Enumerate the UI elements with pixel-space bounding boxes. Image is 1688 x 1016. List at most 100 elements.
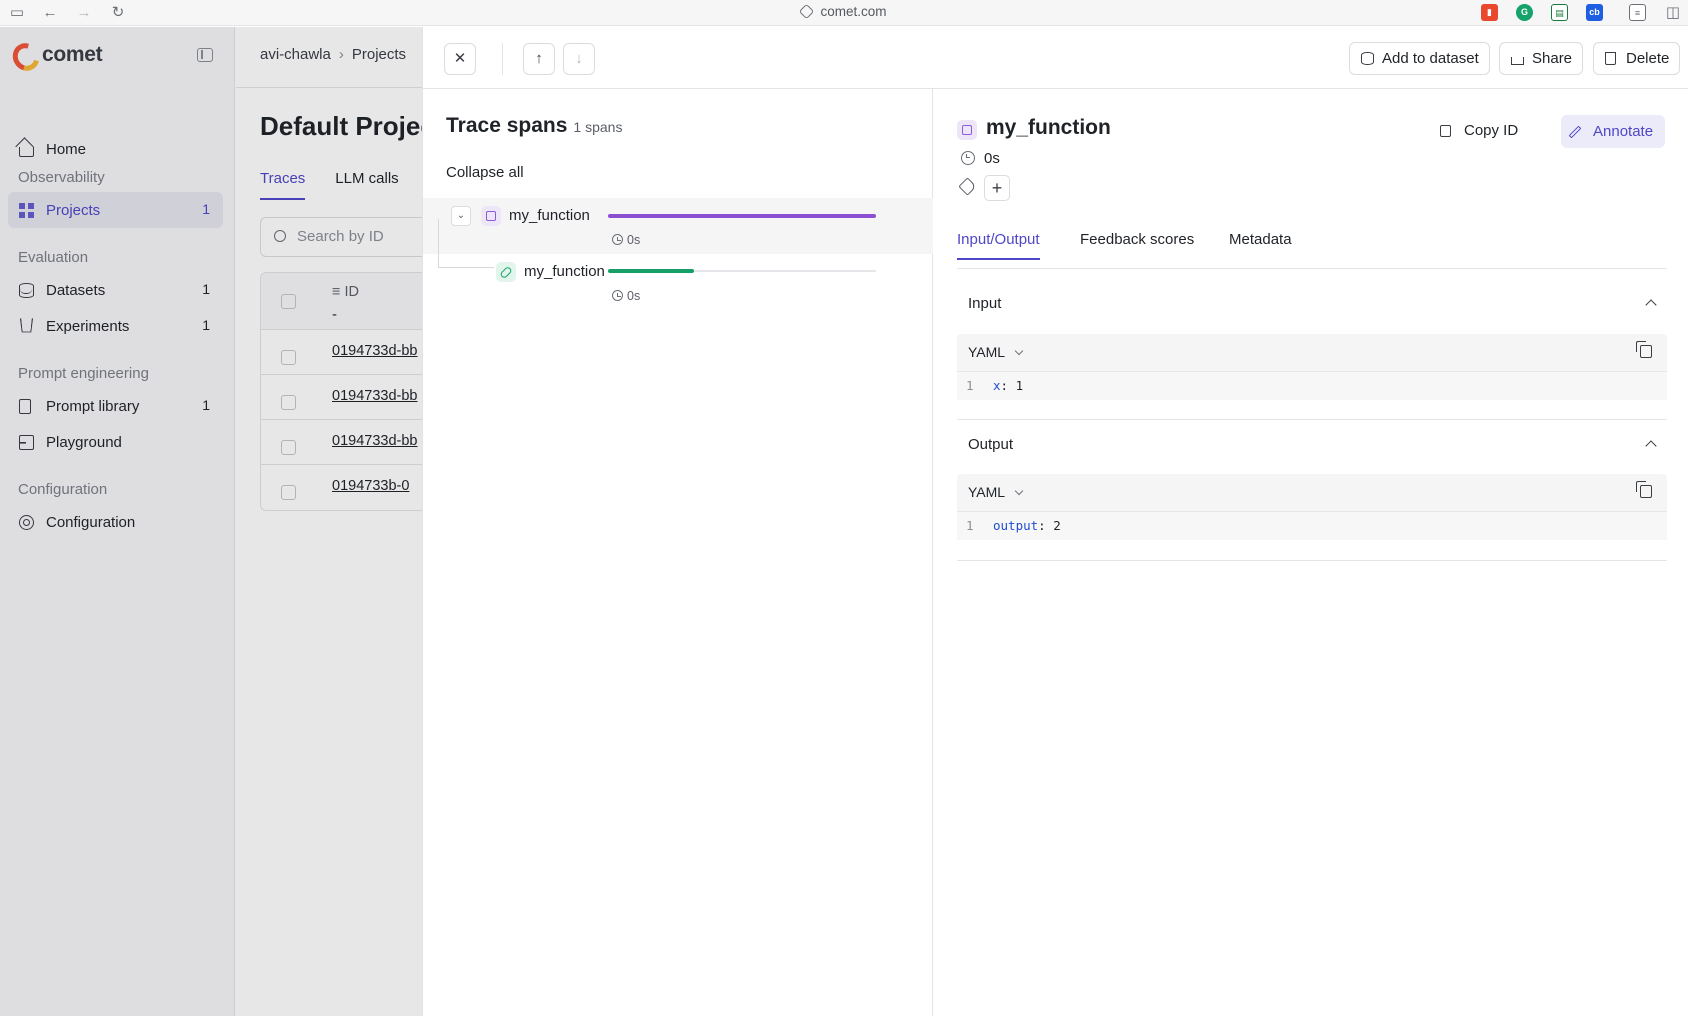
- next-trace-button[interactable]: ↓: [563, 43, 595, 75]
- trace-id-link[interactable]: 0194733b-0: [332, 478, 409, 494]
- split-view-icon[interactable]: ◫: [1663, 3, 1683, 23]
- project-tabs: Traces LLM calls: [260, 170, 429, 200]
- page-title: Default Project: [260, 111, 444, 141]
- chevron-down-icon: [1014, 486, 1024, 496]
- id-column-header[interactable]: ≡ ID: [332, 284, 359, 300]
- document-icon: [19, 399, 31, 414]
- copy-icon[interactable]: [1636, 341, 1652, 358]
- span-row[interactable]: my_function 0s: [423, 254, 933, 310]
- previous-trace-button[interactable]: ↑: [523, 43, 555, 75]
- chevron-up-icon: [1645, 440, 1657, 452]
- row-checkbox[interactable]: [281, 485, 296, 500]
- sidebar-item-experiments[interactable]: Experiments 1: [8, 308, 223, 344]
- chevron-right-icon: ›: [338, 46, 344, 63]
- breadcrumb-projects[interactable]: Projects: [352, 46, 406, 63]
- span-count: 1 spans: [573, 119, 623, 135]
- sidebar-item-playground[interactable]: Playground: [8, 424, 223, 460]
- sidebar-item-prompt-library[interactable]: Prompt library 1: [8, 388, 223, 424]
- select-all-checkbox[interactable]: [281, 294, 296, 309]
- sidebar-item-configuration[interactable]: Configuration: [8, 504, 223, 540]
- sidebar-item-projects[interactable]: Projects 1: [8, 192, 223, 228]
- datasets-count: 1: [202, 281, 210, 297]
- browser-toolbar: ▭ ← → ↻ comet.com ▮ G ▤ cb ≡ ◫: [0, 0, 1688, 26]
- section-evaluation: Evaluation: [18, 249, 89, 266]
- span-duration: 0s: [612, 289, 640, 303]
- input-format-bar: YAML: [957, 334, 1667, 372]
- extension-chart-icon[interactable]: ▮: [1481, 4, 1498, 21]
- breadcrumb-workspace[interactable]: avi-chawla: [260, 46, 331, 63]
- drawer-toolbar: ✕ ↑ ↓ Add to dataset Share Delete: [423, 27, 1688, 89]
- flask-icon: [19, 318, 34, 333]
- tab-llm-calls[interactable]: LLM calls: [335, 170, 398, 187]
- copy-icon[interactable]: [1636, 481, 1652, 498]
- add-tag-button[interactable]: +: [984, 175, 1010, 201]
- playground-icon: [19, 435, 34, 450]
- clock-icon: [612, 234, 623, 245]
- span-duration-bar: [608, 214, 876, 218]
- trace-id-link[interactable]: 0194733d-bb: [332, 343, 417, 359]
- comet-logo-icon: [7, 38, 45, 76]
- tag-icon: [958, 177, 977, 196]
- section-divider: [957, 560, 1667, 561]
- section-prompt-engineering: Prompt engineering: [18, 365, 149, 382]
- extension-cb-icon[interactable]: cb: [1586, 4, 1603, 21]
- trace-id-link[interactable]: 0194733d-bb: [332, 433, 417, 449]
- collapse-sidebar-icon[interactable]: [197, 48, 213, 62]
- chevron-down-icon: [1014, 346, 1024, 356]
- extension-grammarly-icon[interactable]: G: [1516, 4, 1533, 21]
- annotate-button[interactable]: Annotate: [1561, 115, 1665, 148]
- tab-traces[interactable]: Traces: [260, 170, 306, 200]
- section-observability: Observability: [18, 169, 105, 186]
- line-number: 1: [966, 518, 974, 533]
- span-name: my_function: [509, 207, 590, 224]
- output-section-header[interactable]: Output: [957, 427, 1667, 463]
- span-row[interactable]: ⌄ my_function 0s: [423, 198, 933, 254]
- format-select[interactable]: YAML: [968, 484, 1024, 500]
- address-bar[interactable]: comet.com: [0, 3, 1688, 20]
- id-column-filter: -: [332, 306, 337, 323]
- tab-feedback-scores[interactable]: Feedback scores: [1080, 231, 1194, 258]
- section-configuration: Configuration: [18, 481, 108, 498]
- llm-span-icon: [496, 262, 516, 282]
- close-button[interactable]: ✕: [444, 43, 476, 75]
- breadcrumb: avi-chawla › Projects: [260, 46, 406, 63]
- share-button[interactable]: Share: [1499, 42, 1584, 75]
- span-title: my_function: [986, 116, 1111, 139]
- extension-green-icon[interactable]: ▤: [1551, 4, 1568, 21]
- trace-id-link[interactable]: 0194733d-bb: [332, 388, 417, 404]
- extension-tabs-icon[interactable]: ≡: [1629, 4, 1646, 21]
- trash-icon: [1605, 52, 1616, 65]
- general-span-icon: [481, 206, 501, 226]
- gear-icon: [19, 515, 34, 530]
- detail-tabs: Input/Output Feedback scores Metadata: [957, 231, 1667, 269]
- output-code: 1 output: 2: [957, 512, 1667, 540]
- line-number: 1: [966, 378, 974, 393]
- copy-id-button[interactable]: Copy ID: [1436, 115, 1518, 147]
- sidebar-item-datasets[interactable]: Datasets 1: [8, 272, 223, 308]
- copy-icon: [1440, 125, 1451, 137]
- collapse-all-button[interactable]: Collapse all: [446, 164, 524, 181]
- delete-button[interactable]: Delete: [1593, 42, 1681, 75]
- span-detail-pane: my_function 0s + Copy ID Annotate Input/…: [934, 89, 1688, 1016]
- row-checkbox[interactable]: [281, 440, 296, 455]
- projects-count: 1: [202, 201, 210, 217]
- clock-icon: [961, 151, 975, 165]
- section-divider: [957, 419, 1667, 420]
- format-select[interactable]: YAML: [968, 344, 1024, 360]
- code-line: x: 1: [993, 378, 1024, 393]
- span-duration: 0s: [612, 233, 640, 247]
- code-line: output: 2: [993, 518, 1061, 533]
- sidebar-item-home[interactable]: Home: [8, 131, 223, 167]
- row-checkbox[interactable]: [281, 350, 296, 365]
- input-section-header[interactable]: Input: [957, 286, 1667, 322]
- tab-metadata[interactable]: Metadata: [1229, 231, 1292, 258]
- tab-input-output[interactable]: Input/Output: [957, 231, 1040, 260]
- database-icon: [19, 283, 34, 298]
- span-duration: 0s: [961, 150, 1000, 167]
- row-checkbox[interactable]: [281, 395, 296, 410]
- chevron-down-icon[interactable]: ⌄: [451, 206, 471, 226]
- add-to-dataset-button[interactable]: Add to dataset: [1349, 42, 1490, 75]
- trace-spans-pane: Trace spans 1 spans Collapse all ⌄ my_fun…: [423, 89, 933, 1016]
- grid-icon: [19, 203, 34, 218]
- link-icon: [799, 3, 815, 20]
